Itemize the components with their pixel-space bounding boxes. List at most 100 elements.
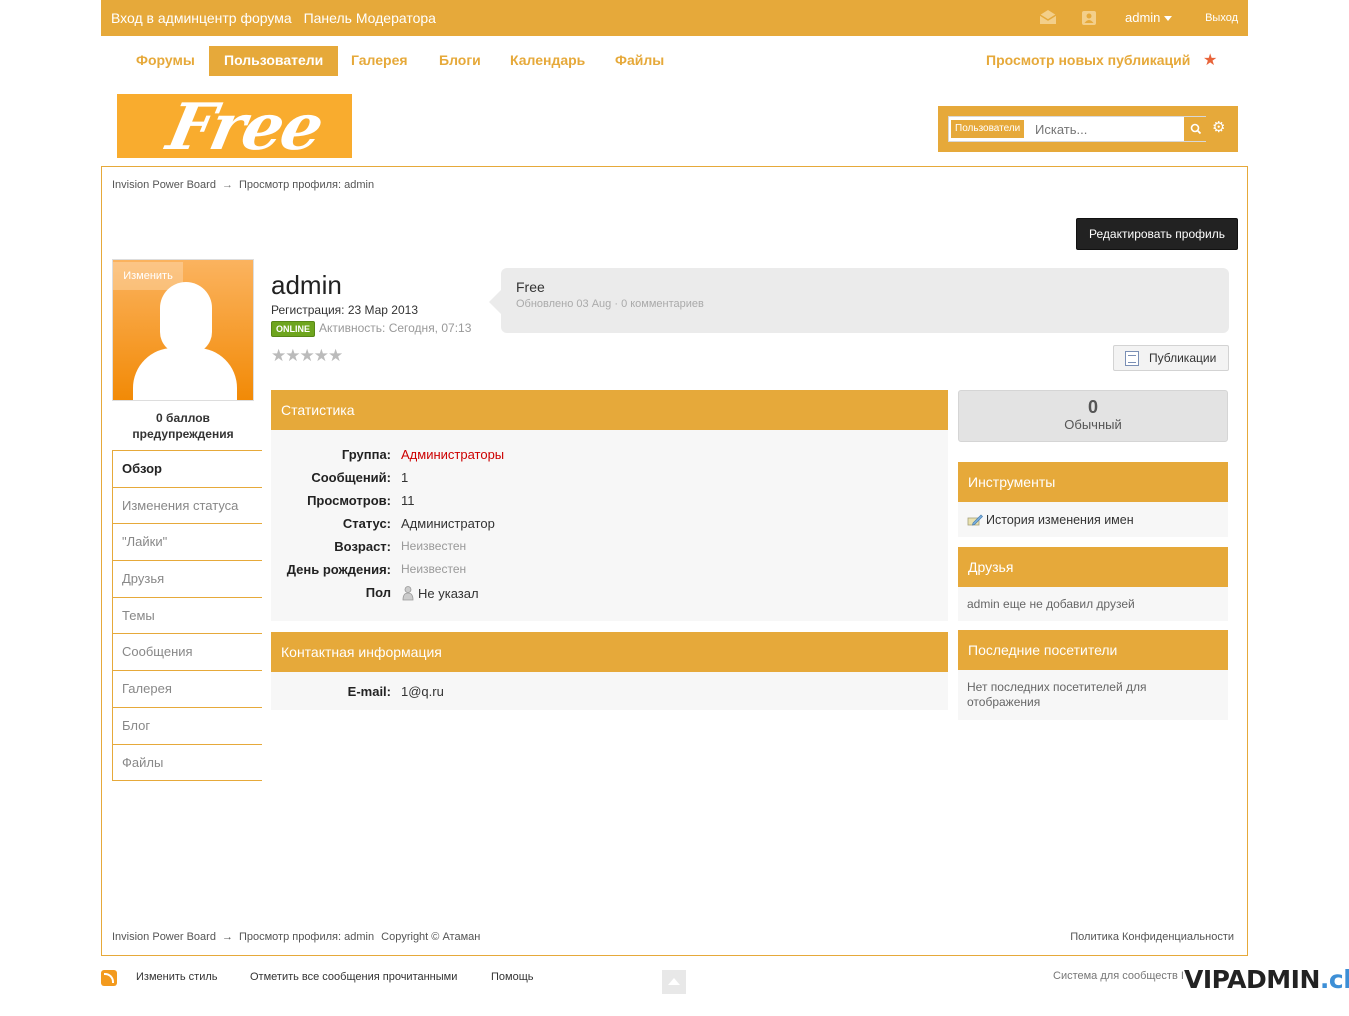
warning-points: 0 баллов предупреждения — [132, 411, 234, 441]
search-bar: Пользователи ⚙ — [938, 106, 1238, 152]
breadcrumb-root[interactable]: Invision Power Board — [112, 179, 216, 191]
nav-calendar[interactable]: Календарь — [495, 46, 600, 76]
edit-profile-button[interactable]: Редактировать профиль — [1076, 218, 1238, 250]
breadcrumb-arrow: → — [221, 179, 233, 191]
admin-cp-link[interactable]: Вход в админцентр форума — [111, 10, 292, 26]
side-menu-overview[interactable]: Обзор — [113, 451, 262, 488]
profile-card-icon[interactable] — [1081, 10, 1097, 26]
search-scope[interactable]: Пользователи — [951, 120, 1025, 138]
search-input[interactable] — [1035, 119, 1175, 139]
friends-panel: admin еще не добавил друзей — [958, 587, 1228, 621]
search-button[interactable] — [1183, 117, 1207, 141]
name-history-link[interactable]: История изменения имен — [967, 512, 1134, 528]
rss-icon[interactable] — [101, 970, 117, 986]
gear-icon[interactable]: ⚙ — [1212, 118, 1225, 136]
side-menu-files[interactable]: Файлы — [113, 744, 262, 782]
nav-members[interactable]: Пользователи — [209, 46, 339, 76]
visitors-title: Последние посетители — [958, 630, 1228, 670]
star-icon[interactable]: ★ — [285, 346, 300, 366]
nav-new-content[interactable]: Просмотр новых публикаций — [971, 46, 1205, 76]
visitors-panel: Нет последних посетителей для отображени… — [958, 670, 1228, 720]
side-menu-friends[interactable]: Друзья — [113, 561, 262, 598]
side-menu-blog[interactable]: Блог — [113, 707, 262, 745]
stat-value-gender: Не указал — [401, 585, 479, 601]
email-label: E-mail: — [347, 684, 391, 699]
name-history-label[interactable]: История изменения имен — [986, 513, 1134, 527]
tools-panel: История изменения имен — [958, 502, 1228, 537]
gender-unknown-icon — [402, 586, 414, 601]
stat-value: 11 — [401, 493, 415, 508]
change-style-link[interactable]: Изменить стиль — [136, 971, 218, 983]
user-menu[interactable]: admin — [1125, 10, 1173, 25]
email-value[interactable]: 1@q.ru — [401, 684, 444, 699]
stat-label: Группа: — [341, 447, 391, 462]
stat-label: Статус: — [342, 516, 391, 531]
copyright: Copyright © Атаман — [381, 931, 481, 943]
contact-panel: E-mail: 1@q.ru — [271, 672, 948, 710]
stat-value: Неизвестен — [401, 562, 467, 576]
breadcrumb: Invision Power Board → Просмотр профиля: a… — [112, 179, 374, 191]
stat-value: 1 — [401, 470, 409, 485]
status-meta[interactable]: Обновлено 03 Aug · 0 комментариев — [516, 298, 704, 310]
chevron-down-icon[interactable] — [1164, 16, 1173, 22]
logo-text: Free — [161, 94, 329, 158]
nav-blogs[interactable]: Блоги — [424, 46, 496, 76]
star-icon[interactable]: ★ — [300, 346, 315, 366]
reputation-label: Обычный — [1064, 417, 1122, 432]
status-update: Free Обновлено 03 Aug · 0 комментариев — [489, 268, 1229, 333]
bottom-bar: Изменить стиль Отметить все сообщения пр… — [101, 966, 1348, 1006]
change-avatar-button[interactable]: Изменить — [113, 262, 183, 290]
privacy-policy-link[interactable]: Политика Конфиденциальности — [1070, 931, 1234, 943]
profile-name: admin — [271, 270, 342, 300]
stats-panel: Группа: Администраторы Сообщений: 1 Прос… — [271, 430, 948, 621]
online-badge: ONLINE — [271, 321, 316, 337]
star-icon[interactable]: ★ — [328, 346, 343, 366]
mod-cp-link[interactable]: Панель Модератора — [304, 10, 436, 26]
side-menu-gallery[interactable]: Галерея — [113, 671, 262, 708]
logout-link[interactable]: Выход — [1205, 12, 1238, 24]
help-link[interactable]: Помощь — [491, 971, 534, 983]
watermark: VIPADMIN.club — [1184, 965, 1349, 994]
gender-value: Не указал — [418, 586, 479, 601]
breadcrumb-current: Просмотр профиля: admin — [238, 179, 375, 191]
stat-label: День рождения: — [286, 562, 391, 577]
stat-value: Администраторы — [401, 447, 505, 462]
main-nav: Форумы Пользователи Галерея Блоги Календ… — [101, 46, 1248, 76]
main-content: Invision Power Board → Просмотр профиля: a… — [101, 166, 1248, 956]
side-menu-posts[interactable]: Сообщения — [113, 634, 262, 672]
powered-by-text[interactable]: Система для сообществ I — [1053, 970, 1184, 982]
document-icon — [1125, 351, 1139, 366]
watermark-main: VIPADMIN — [1184, 965, 1320, 994]
activity-line: ONLINE Активность: Сегодня, 07:13 — [271, 321, 471, 337]
stat-value: Неизвестен — [401, 539, 467, 553]
contact-title: Контактная информация — [271, 632, 948, 672]
nav-files[interactable]: Файлы — [600, 46, 679, 76]
side-menu-topics[interactable]: Темы — [113, 597, 262, 635]
stat-label: Возраст: — [334, 539, 391, 554]
stats-title: Статистика — [271, 390, 948, 430]
star-icon[interactable]: ★ — [314, 346, 329, 366]
stat-label: Просмотров: — [307, 493, 391, 508]
publications-button[interactable]: Публикации — [1113, 345, 1229, 371]
user-name[interactable]: admin — [1125, 10, 1160, 25]
footer-breadcrumb-root[interactable]: Invision Power Board — [112, 931, 216, 943]
search-box: Пользователи — [948, 116, 1207, 142]
star-icon[interactable]: ★ — [271, 346, 286, 366]
avatar-head — [160, 282, 212, 354]
envelope-icon[interactable] — [1039, 10, 1057, 24]
stat-value: Администратор — [401, 516, 495, 531]
side-menu-status-updates[interactable]: Изменения статуса — [113, 487, 262, 525]
nav-forums[interactable]: Форумы — [121, 46, 210, 76]
site-logo[interactable]: Free — [117, 94, 352, 158]
side-menu-likes[interactable]: "Лайки" — [113, 524, 262, 562]
back-to-top-icon[interactable] — [662, 970, 686, 994]
registration-date: Регистрация: 23 Мар 2013 — [271, 303, 419, 317]
reputation-value: 0 — [1087, 397, 1098, 417]
mark-read-link[interactable]: Отметить все сообщения прочитанными — [250, 971, 457, 983]
rating-stars[interactable]: ★★★★★ — [271, 346, 343, 366]
star-icon[interactable]: ★ — [1203, 50, 1217, 70]
top-bar: Вход в админцентр форума Панель Модерато… — [101, 0, 1248, 36]
publications-label: Публикации — [1149, 351, 1217, 365]
nav-gallery[interactable]: Галерея — [336, 46, 423, 76]
stat-label: Сообщений: — [311, 470, 391, 485]
